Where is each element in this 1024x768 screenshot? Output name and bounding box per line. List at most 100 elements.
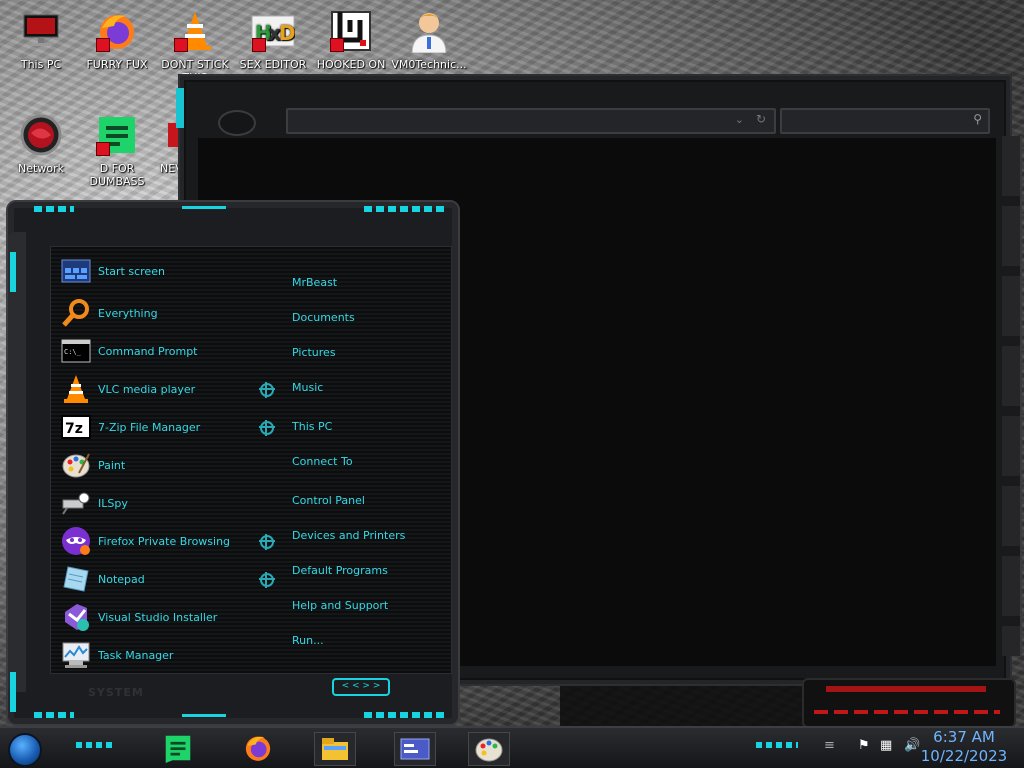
network-globe-icon <box>18 112 64 158</box>
menu-item-vlc[interactable]: VLC media player <box>60 372 290 406</box>
window-accent-left <box>176 88 184 128</box>
taskbar-clock[interactable]: 6:37 AM 10/22/2023 <box>916 728 1012 766</box>
show-hidden-icons-icon[interactable]: ≡ <box>824 738 835 753</box>
menu-frame-left <box>8 232 26 712</box>
menu-item-command-prompt[interactable]: C:\_ Command Prompt <box>60 334 290 368</box>
desktop-icon-label: SEX EDITOR <box>239 58 307 71</box>
menu-item-label: Firefox Private Browsing <box>98 534 231 548</box>
menu-item-task-manager[interactable]: Task Manager <box>60 638 290 672</box>
menu-footer: SYSTEM < < > > <box>48 672 448 706</box>
window-frame-decoration <box>802 678 1016 728</box>
back-nav-icon[interactable] <box>218 110 256 136</box>
task-manager-icon <box>60 639 92 671</box>
menu-item-7zip[interactable]: 7z 7-Zip File Manager <box>60 410 290 444</box>
accent-bar <box>182 714 226 717</box>
window-frame-right <box>1002 136 1022 656</box>
firefox-icon <box>94 8 140 54</box>
menu-item-label: Everything <box>98 306 158 320</box>
taskbar-d-for-dumbass[interactable] <box>158 732 198 764</box>
vs-installer-icon <box>60 601 92 633</box>
doctor-avatar-icon <box>406 8 452 54</box>
shortcut-badge-icon <box>330 38 344 52</box>
menu-item-firefox-private[interactable]: Firefox Private Browsing <box>60 524 290 558</box>
place-control-panel[interactable]: Control Panel <box>292 494 365 507</box>
place-mrbeast[interactable]: MrBeast <box>292 276 337 289</box>
menu-item-paint[interactable]: Paint <box>60 448 290 482</box>
accent-ticks <box>364 206 448 212</box>
chevron-down-icon[interactable]: ⌄ <box>735 113 744 126</box>
start-menu[interactable]: Start screen Everything C:\_ Command Pro… <box>6 200 460 726</box>
desktop-icon-hooked-on[interactable]: HOOKED ON <box>312 2 390 71</box>
desktop-icon-d-for-dumbass[interactable]: D FOR DUMBASS <box>78 106 156 188</box>
accent-ticks <box>364 712 448 718</box>
desktop-icon-dont-stick-this[interactable]: DONT STICK THIS <box>156 2 234 84</box>
desktop-icon-label: HOOKED ON <box>316 58 386 71</box>
window-titlebar[interactable]: ⌄ ↻ ⚲ <box>190 80 1000 138</box>
7zip-icon: 7z <box>60 411 92 443</box>
clock-time: 6:37 AM <box>933 728 995 746</box>
submenu-arrow-icon[interactable] <box>259 382 275 398</box>
start-orb-button[interactable] <box>8 733 42 767</box>
place-this-pc[interactable]: This PC <box>292 420 332 433</box>
place-default-programs[interactable]: Default Programs <box>292 564 388 577</box>
menu-item-start-screen[interactable]: Start screen <box>60 254 290 288</box>
place-music[interactable]: Music <box>292 381 323 394</box>
svg-text:7z: 7z <box>65 421 83 437</box>
desktop-icon-vm0technic[interactable]: VM0Technic... <box>390 2 468 71</box>
submenu-arrow-icon[interactable] <box>259 534 275 550</box>
flag-icon[interactable]: ⚑ <box>858 738 870 753</box>
menu-item-notepad[interactable]: Notepad <box>60 562 290 596</box>
system-label: SYSTEM <box>88 686 144 699</box>
file-explorer-icon <box>322 738 348 760</box>
desktop-icon-furry-fux[interactable]: FURRY FUX <box>78 2 156 71</box>
shortcut-badge-icon <box>96 38 110 52</box>
menu-item-everything[interactable]: Everything <box>60 296 290 330</box>
vlc-cone-icon <box>172 8 218 54</box>
menu-item-label: Paint <box>98 458 126 472</box>
address-bar[interactable]: ⌄ ↻ <box>286 108 776 134</box>
submenu-arrow-icon[interactable] <box>259 572 275 588</box>
taskbar-paint[interactable] <box>468 732 510 766</box>
desktop-icon-label: VM0Technic... <box>391 58 467 71</box>
desktop-icon-this-pc[interactable]: This PC <box>2 2 80 71</box>
accent-ticks <box>34 712 74 718</box>
firefox-icon <box>245 736 271 761</box>
taskbar-file-explorer[interactable] <box>314 732 356 766</box>
maze-app-icon <box>328 8 374 54</box>
taskbar-control-panel[interactable] <box>394 732 436 766</box>
desktop-icon-network[interactable]: Network <box>2 106 80 175</box>
desktop-icon-label: D FOR DUMBASS <box>89 162 145 188</box>
place-connect-to[interactable]: Connect To <box>292 455 353 468</box>
place-documents[interactable]: Documents <box>292 311 355 324</box>
menu-item-label: Start screen <box>98 264 165 278</box>
network-tray-icon[interactable]: ▦ <box>880 738 892 753</box>
hxd-editor-icon: HxD <box>250 8 296 54</box>
place-run[interactable]: Run... <box>292 634 324 647</box>
svg-text:D: D <box>279 21 295 45</box>
shortcut-badge-icon <box>252 38 266 52</box>
private-mask-icon <box>60 525 92 557</box>
search-icon: ⚲ <box>973 112 982 126</box>
desktop-icon-label: This PC <box>20 58 62 71</box>
accent-bar <box>10 252 16 292</box>
search-box[interactable]: ⚲ <box>780 108 990 134</box>
menu-item-ilspy[interactable]: ILSpy <box>60 486 290 520</box>
place-devices-printers[interactable]: Devices and Printers <box>292 529 405 542</box>
desktop-icon-sex-editor[interactable]: HxD SEX EDITOR <box>234 2 312 71</box>
control-panel-icon <box>400 738 430 760</box>
taskbar-firefox[interactable] <box>238 732 278 764</box>
vlc-cone-icon <box>60 373 92 405</box>
menu-item-vs-installer[interactable]: Visual Studio Installer <box>60 600 290 634</box>
accent-ticks <box>76 742 114 748</box>
menu-item-label: ILSpy <box>98 496 128 510</box>
shutdown-arrows-button[interactable]: < < > > <box>332 678 390 696</box>
red-accent-dashes <box>814 710 1000 714</box>
palette-icon <box>60 449 92 481</box>
submenu-arrow-icon[interactable] <box>259 420 275 436</box>
menu-item-label: Visual Studio Installer <box>98 610 218 624</box>
place-pictures[interactable]: Pictures <box>292 346 336 359</box>
refresh-icon[interactable]: ↻ <box>756 112 766 126</box>
place-help-support[interactable]: Help and Support <box>292 599 388 612</box>
terminal-icon: C:\_ <box>60 335 92 367</box>
accent-bar <box>10 672 16 712</box>
